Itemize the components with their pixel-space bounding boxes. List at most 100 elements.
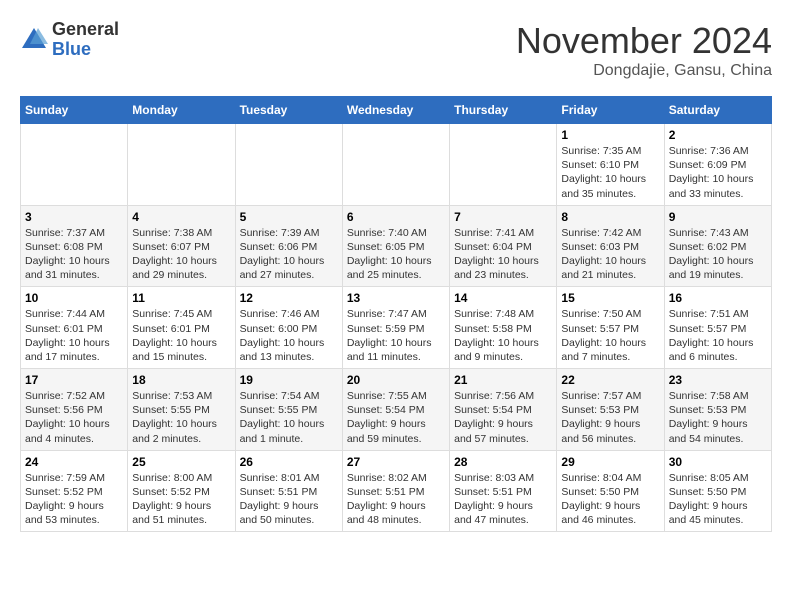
day-number: 25 — [132, 455, 230, 469]
day-number: 6 — [347, 210, 445, 224]
day-number: 15 — [561, 291, 659, 305]
day-info: Sunrise: 7:46 AM Sunset: 6:00 PM Dayligh… — [240, 307, 338, 364]
day-number: 22 — [561, 373, 659, 387]
day-number: 30 — [669, 455, 767, 469]
day-number: 4 — [132, 210, 230, 224]
calendar-cell: 25 Sunrise: 8:00 AM Sunset: 5:52 PM Dayli… — [128, 450, 235, 532]
day-number: 27 — [347, 455, 445, 469]
calendar-cell: 19 Sunrise: 7:54 AM Sunset: 5:55 PM Dayli… — [235, 369, 342, 451]
day-info: Sunrise: 7:39 AM Sunset: 6:06 PM Dayligh… — [240, 226, 338, 283]
calendar-table: SundayMondayTuesdayWednesdayThursdayFrid… — [20, 96, 772, 532]
day-number: 7 — [454, 210, 552, 224]
calendar-cell: 11 Sunrise: 7:45 AM Sunset: 6:01 PM Dayli… — [128, 287, 235, 369]
weekday-header-monday: Monday — [128, 97, 235, 124]
day-number: 19 — [240, 373, 338, 387]
logo-icon — [20, 26, 48, 54]
calendar-week-5: 24 Sunrise: 7:59 AM Sunset: 5:52 PM Dayli… — [21, 450, 772, 532]
day-info: Sunrise: 7:48 AM Sunset: 5:58 PM Dayligh… — [454, 307, 552, 364]
day-info: Sunrise: 7:54 AM Sunset: 5:55 PM Dayligh… — [240, 389, 338, 446]
calendar-cell: 21 Sunrise: 7:56 AM Sunset: 5:54 PM Dayli… — [450, 369, 557, 451]
day-number: 23 — [669, 373, 767, 387]
weekday-header-tuesday: Tuesday — [235, 97, 342, 124]
day-info: Sunrise: 8:00 AM Sunset: 5:52 PM Dayligh… — [132, 471, 230, 528]
calendar-cell: 16Sunrise: 7:51 AM Sunset: 5:57 PM Dayli… — [664, 287, 771, 369]
calendar-cell: 4 Sunrise: 7:38 AM Sunset: 6:07 PM Daylig… — [128, 205, 235, 287]
day-info: Sunrise: 7:36 AM Sunset: 6:09 PM Dayligh… — [669, 144, 767, 201]
weekday-header-wednesday: Wednesday — [342, 97, 449, 124]
weekday-header-sunday: Sunday — [21, 97, 128, 124]
day-info: Sunrise: 7:43 AM Sunset: 6:02 PM Dayligh… — [669, 226, 767, 283]
day-info: Sunrise: 7:56 AM Sunset: 5:54 PM Dayligh… — [454, 389, 552, 446]
day-number: 14 — [454, 291, 552, 305]
calendar-week-1: 1 Sunrise: 7:35 AM Sunset: 6:10 PM Daylig… — [21, 124, 772, 206]
day-number: 17 — [25, 373, 123, 387]
calendar-cell: 10Sunrise: 7:44 AM Sunset: 6:01 PM Dayli… — [21, 287, 128, 369]
day-info: Sunrise: 7:50 AM Sunset: 5:57 PM Dayligh… — [561, 307, 659, 364]
calendar-cell: 28Sunrise: 8:03 AM Sunset: 5:51 PM Dayli… — [450, 450, 557, 532]
day-number: 13 — [347, 291, 445, 305]
day-number: 26 — [240, 455, 338, 469]
day-info: Sunrise: 7:57 AM Sunset: 5:53 PM Dayligh… — [561, 389, 659, 446]
calendar-cell — [342, 124, 449, 206]
weekday-header-saturday: Saturday — [664, 97, 771, 124]
day-info: Sunrise: 7:38 AM Sunset: 6:07 PM Dayligh… — [132, 226, 230, 283]
day-number: 29 — [561, 455, 659, 469]
calendar-cell — [21, 124, 128, 206]
day-number: 18 — [132, 373, 230, 387]
day-number: 21 — [454, 373, 552, 387]
day-info: Sunrise: 7:42 AM Sunset: 6:03 PM Dayligh… — [561, 226, 659, 283]
day-info: Sunrise: 8:02 AM Sunset: 5:51 PM Dayligh… — [347, 471, 445, 528]
logo-general: General — [52, 20, 119, 40]
calendar-cell: 5Sunrise: 7:39 AM Sunset: 6:06 PM Daylig… — [235, 205, 342, 287]
calendar-cell: 12 Sunrise: 7:46 AM Sunset: 6:00 PM Dayli… — [235, 287, 342, 369]
page-header: General Blue November 2024 Dongdajie, Ga… — [20, 20, 772, 80]
day-info: Sunrise: 8:04 AM Sunset: 5:50 PM Dayligh… — [561, 471, 659, 528]
calendar-cell: 24 Sunrise: 7:59 AM Sunset: 5:52 PM Dayli… — [21, 450, 128, 532]
day-info: Sunrise: 7:41 AM Sunset: 6:04 PM Dayligh… — [454, 226, 552, 283]
title-block: November 2024 Dongdajie, Gansu, China — [516, 20, 772, 80]
day-number: 24 — [25, 455, 123, 469]
day-info: Sunrise: 7:40 AM Sunset: 6:05 PM Dayligh… — [347, 226, 445, 283]
calendar-header: SundayMondayTuesdayWednesdayThursdayFrid… — [21, 97, 772, 124]
calendar-cell: 6 Sunrise: 7:40 AM Sunset: 6:05 PM Daylig… — [342, 205, 449, 287]
month-title: November 2024 — [516, 20, 772, 62]
day-info: Sunrise: 7:35 AM Sunset: 6:10 PM Dayligh… — [561, 144, 659, 201]
calendar-week-3: 10Sunrise: 7:44 AM Sunset: 6:01 PM Dayli… — [21, 287, 772, 369]
location: Dongdajie, Gansu, China — [516, 62, 772, 80]
day-number: 11 — [132, 291, 230, 305]
calendar-cell — [450, 124, 557, 206]
day-info: Sunrise: 7:45 AM Sunset: 6:01 PM Dayligh… — [132, 307, 230, 364]
day-number: 8 — [561, 210, 659, 224]
logo: General Blue — [20, 20, 119, 60]
calendar-cell — [128, 124, 235, 206]
day-number: 1 — [561, 128, 659, 142]
calendar-cell: 1 Sunrise: 7:35 AM Sunset: 6:10 PM Daylig… — [557, 124, 664, 206]
day-info: Sunrise: 7:55 AM Sunset: 5:54 PM Dayligh… — [347, 389, 445, 446]
calendar-cell — [235, 124, 342, 206]
weekday-header-thursday: Thursday — [450, 97, 557, 124]
day-number: 3 — [25, 210, 123, 224]
day-number: 9 — [669, 210, 767, 224]
calendar-cell: 26Sunrise: 8:01 AM Sunset: 5:51 PM Dayli… — [235, 450, 342, 532]
day-number: 16 — [669, 291, 767, 305]
calendar-cell: 23 Sunrise: 7:58 AM Sunset: 5:53 PM Dayli… — [664, 369, 771, 451]
weekday-header-row: SundayMondayTuesdayWednesdayThursdayFrid… — [21, 97, 772, 124]
calendar-cell: 20Sunrise: 7:55 AM Sunset: 5:54 PM Dayli… — [342, 369, 449, 451]
calendar-cell: 14 Sunrise: 7:48 AM Sunset: 5:58 PM Dayli… — [450, 287, 557, 369]
calendar-cell: 18Sunrise: 7:53 AM Sunset: 5:55 PM Dayli… — [128, 369, 235, 451]
calendar-cell: 15 Sunrise: 7:50 AM Sunset: 5:57 PM Dayli… — [557, 287, 664, 369]
calendar-cell: 13Sunrise: 7:47 AM Sunset: 5:59 PM Dayli… — [342, 287, 449, 369]
calendar-cell: 27 Sunrise: 8:02 AM Sunset: 5:51 PM Dayli… — [342, 450, 449, 532]
day-number: 2 — [669, 128, 767, 142]
day-info: Sunrise: 7:52 AM Sunset: 5:56 PM Dayligh… — [25, 389, 123, 446]
calendar-week-2: 3 Sunrise: 7:37 AM Sunset: 6:08 PM Daylig… — [21, 205, 772, 287]
day-info: Sunrise: 7:58 AM Sunset: 5:53 PM Dayligh… — [669, 389, 767, 446]
calendar-cell: 8 Sunrise: 7:42 AM Sunset: 6:03 PM Daylig… — [557, 205, 664, 287]
day-info: Sunrise: 7:59 AM Sunset: 5:52 PM Dayligh… — [25, 471, 123, 528]
day-info: Sunrise: 7:37 AM Sunset: 6:08 PM Dayligh… — [25, 226, 123, 283]
logo-blue: Blue — [52, 40, 119, 60]
calendar-cell: 7 Sunrise: 7:41 AM Sunset: 6:04 PM Daylig… — [450, 205, 557, 287]
day-number: 12 — [240, 291, 338, 305]
calendar-week-4: 17 Sunrise: 7:52 AM Sunset: 5:56 PM Dayli… — [21, 369, 772, 451]
day-info: Sunrise: 8:05 AM Sunset: 5:50 PM Dayligh… — [669, 471, 767, 528]
